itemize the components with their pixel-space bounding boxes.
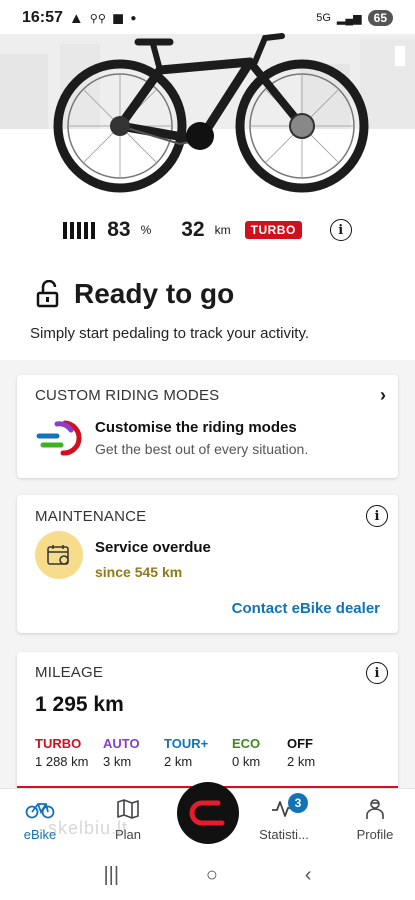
unlocked-padlock-icon bbox=[36, 280, 59, 308]
mileage-by-mode: TURBO 1 288 km AUTO 3 km TOUR+ 2 km ECO … bbox=[35, 736, 355, 769]
mode-name: TURBO bbox=[35, 736, 82, 751]
nav-profile[interactable]: Profile bbox=[335, 797, 415, 842]
range-unit: km bbox=[214, 223, 231, 237]
notification-badge: 3 bbox=[288, 793, 308, 813]
mode-column-tour-plus: TOUR+ 2 km bbox=[164, 736, 232, 769]
start-ride-button[interactable] bbox=[177, 782, 239, 844]
nav-label: Statisti... bbox=[259, 827, 309, 842]
mode-column-auto: AUTO 3 km bbox=[103, 736, 164, 769]
battery-bar bbox=[63, 221, 68, 239]
battery-bar bbox=[84, 221, 89, 239]
riding-modes-title: Customise the riding modes bbox=[95, 419, 297, 436]
network-label: 5G bbox=[316, 12, 331, 24]
battery-bar bbox=[77, 221, 82, 239]
battery-percent: 83 bbox=[107, 218, 131, 241]
rider-profile-icon bbox=[335, 797, 415, 821]
more-dot-icon: ● bbox=[130, 12, 137, 24]
bike-notification-icon: ⚲⚲ bbox=[89, 12, 106, 25]
mode-name: OFF bbox=[287, 736, 313, 751]
mode-column-off: OFF 2 km bbox=[287, 736, 355, 769]
status-time: 16:57 bbox=[22, 9, 63, 26]
nav-statistics[interactable]: 3 Statisti... bbox=[244, 793, 324, 842]
riding-modes-description: Get the best out of every situation. bbox=[95, 441, 309, 457]
mileage-card: MILEAGE i 1 295 km TURBO 1 288 km AUTO 3… bbox=[17, 652, 398, 802]
mode-column-turbo: TURBO 1 288 km bbox=[35, 736, 103, 769]
maintenance-header: MAINTENANCE bbox=[35, 508, 147, 525]
riding-modes-icon bbox=[36, 420, 82, 456]
back-icon[interactable]: ‹ bbox=[305, 864, 312, 887]
riding-modes-card[interactable]: CUSTOM RIDING MODES › Customise the ridi… bbox=[17, 375, 398, 478]
mileage-header: MILEAGE bbox=[35, 664, 104, 681]
shopping-bag-icon: ◼ bbox=[111, 10, 125, 27]
stats-info-icon[interactable]: i bbox=[329, 219, 352, 241]
riding-modes-header: CUSTOM RIDING MODES bbox=[35, 387, 220, 404]
mode-value: 1 288 km bbox=[35, 754, 89, 769]
mode-value: 2 km bbox=[287, 754, 316, 769]
battery-bar bbox=[91, 221, 96, 239]
battery-bars-icon bbox=[63, 221, 96, 239]
recent-apps-icon[interactable]: ||| bbox=[103, 864, 119, 887]
maintenance-card: MAINTENANCE i Service overdue since 545 … bbox=[17, 495, 398, 633]
ready-subtitle: Simply start pedaling to track your acti… bbox=[30, 325, 309, 342]
mode-badge: TURBO bbox=[244, 221, 302, 239]
mode-value: 0 km bbox=[232, 754, 261, 769]
battery-indicator: 65 bbox=[367, 10, 393, 26]
brand-logo-icon bbox=[189, 800, 225, 826]
warning-icon: ▲ bbox=[68, 9, 84, 27]
service-calendar-icon bbox=[35, 531, 83, 579]
bike-stats-row: 83 % 32 km TURBO i bbox=[0, 213, 415, 247]
page-title: Ready to go bbox=[74, 278, 235, 309]
mileage-info-icon[interactable]: i bbox=[366, 662, 388, 684]
signal-icon: ▂▄▆ bbox=[336, 12, 362, 25]
home-icon[interactable]: ○ bbox=[206, 864, 218, 887]
ready-heading: Ready to go bbox=[36, 278, 234, 310]
maintenance-info-icon[interactable]: i bbox=[366, 505, 388, 527]
mode-column-eco: ECO 0 km bbox=[232, 736, 287, 769]
service-overdue-distance: since 545 km bbox=[95, 564, 183, 580]
contact-dealer-link[interactable]: Contact eBike dealer bbox=[232, 600, 380, 617]
battery-bar bbox=[70, 221, 75, 239]
activity-chart-icon bbox=[244, 797, 324, 821]
bike-image bbox=[53, 33, 369, 193]
system-navigation-bar: ||| ○ ‹ bbox=[0, 850, 415, 900]
nav-label: Profile bbox=[356, 827, 394, 842]
battery-unit: % bbox=[140, 223, 152, 237]
status-bar: 16:57 ▲ ⚲⚲ ◼ ● 5G ▂▄▆ 65 bbox=[0, 0, 415, 36]
range-value: 32 bbox=[181, 218, 205, 241]
mileage-total: 1 295 km bbox=[35, 693, 124, 716]
watermark: skelbiu.lt bbox=[48, 818, 129, 838]
service-status: Service overdue bbox=[95, 539, 211, 556]
chevron-right-icon[interactable]: › bbox=[380, 385, 386, 406]
mode-value: 3 km bbox=[103, 754, 132, 769]
mode-name: ECO bbox=[232, 736, 261, 751]
mode-name: AUTO bbox=[103, 736, 140, 751]
mode-name: TOUR+ bbox=[164, 736, 209, 751]
mode-value: 2 km bbox=[164, 754, 193, 769]
